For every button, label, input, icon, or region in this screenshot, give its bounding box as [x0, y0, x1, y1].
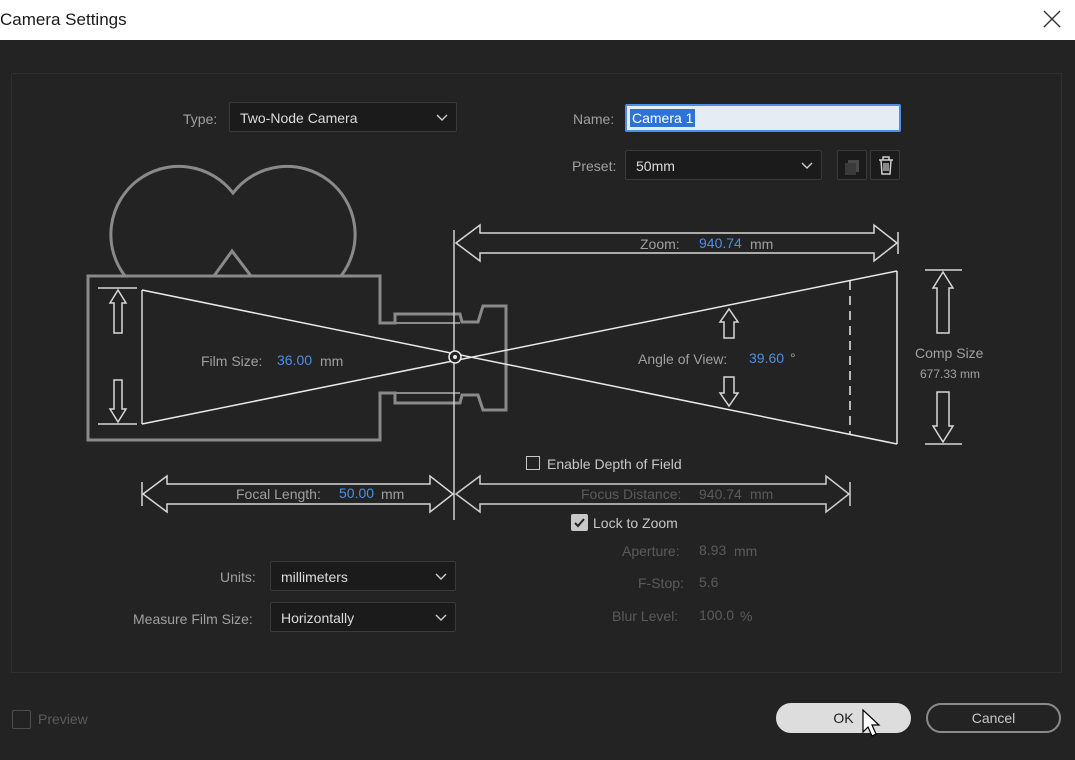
units-label: Units: [220, 569, 256, 585]
zoom-unit: mm [750, 236, 774, 252]
cancel-button[interactable]: Cancel [926, 703, 1061, 733]
angle-of-view-unit: ° [790, 350, 796, 366]
zoom-label: Zoom: [640, 236, 680, 252]
name-field[interactable]: Camera 1 [625, 104, 901, 132]
name-label: Name: [573, 111, 615, 127]
measure-film-size-dropdown[interactable]: Horizontally [270, 602, 456, 632]
focus-distance-unit: mm [750, 486, 774, 502]
preset-dropdown[interactable]: 50mm [625, 150, 822, 180]
aperture-value: 8.93 [699, 542, 727, 558]
trash-icon [879, 156, 893, 175]
units-dropdown[interactable]: millimeters [270, 561, 456, 591]
focal-length-value[interactable]: 50.00 [339, 485, 374, 501]
chevron-down-icon [435, 614, 447, 621]
angle-of-view-value[interactable]: 39.60 [749, 350, 784, 366]
measure-film-size-label: Measure Film Size: [133, 611, 253, 627]
focus-distance-label: Focus Distance: [581, 486, 682, 502]
comp-size-value: 677.33 mm [920, 367, 981, 381]
type-value: Two-Node Camera [240, 110, 358, 126]
preset-value: 50mm [636, 158, 675, 174]
ok-button[interactable]: OK [776, 703, 911, 733]
depth-of-field-label: Enable Depth of Field [547, 456, 682, 472]
measure-film-size-value: Horizontally [281, 610, 355, 626]
save-preset-icon [845, 160, 859, 175]
zoom-value[interactable]: 940.74 [699, 235, 742, 251]
camera-body-outline [86, 164, 508, 442]
aperture-label: Aperture: [622, 543, 680, 559]
comp-size-label: Comp Size [915, 345, 984, 361]
type-dropdown[interactable]: Two-Node Camera [229, 102, 457, 132]
aperture-unit: mm [734, 543, 758, 559]
chevron-down-icon [435, 573, 447, 580]
delete-preset-button[interactable] [870, 150, 900, 180]
focal-length-label: Focal Length: [236, 486, 321, 502]
preview-label: Preview [38, 711, 88, 727]
focus-distance-value: 940.74 [699, 486, 742, 502]
blur-level-unit: % [740, 608, 753, 624]
film-size-unit: mm [320, 353, 344, 369]
f-stop-value: 5.6 [699, 574, 719, 590]
film-size-indicator [98, 287, 143, 425]
preset-label: Preset: [572, 158, 617, 174]
type-label: Type: [183, 111, 218, 127]
film-size-label: Film Size: [201, 353, 263, 369]
lock-to-zoom-label: Lock to Zoom [593, 515, 678, 531]
depth-of-field-checkbox[interactable] [526, 456, 540, 470]
mouse-cursor-icon [862, 708, 881, 737]
angle-of-view-label: Angle of View: [638, 351, 728, 367]
chevron-down-icon [801, 162, 813, 169]
film-size-value[interactable]: 36.00 [277, 352, 312, 368]
lock-to-zoom-checkbox[interactable] [571, 514, 588, 531]
save-preset-button[interactable] [837, 150, 867, 180]
checkmark-icon [574, 518, 585, 528]
blur-level-value: 100.0 [699, 607, 735, 623]
f-stop-label: F-Stop: [638, 575, 684, 591]
preview-checkbox[interactable] [12, 710, 31, 729]
camera-diagram [86, 164, 962, 520]
blur-level-label: Blur Level: [612, 608, 679, 624]
view-cone [141, 230, 898, 520]
name-value: Camera 1 [630, 109, 696, 127]
focal-length-unit: mm [381, 486, 405, 502]
chevron-down-icon [436, 114, 448, 121]
units-value: millimeters [281, 569, 348, 585]
